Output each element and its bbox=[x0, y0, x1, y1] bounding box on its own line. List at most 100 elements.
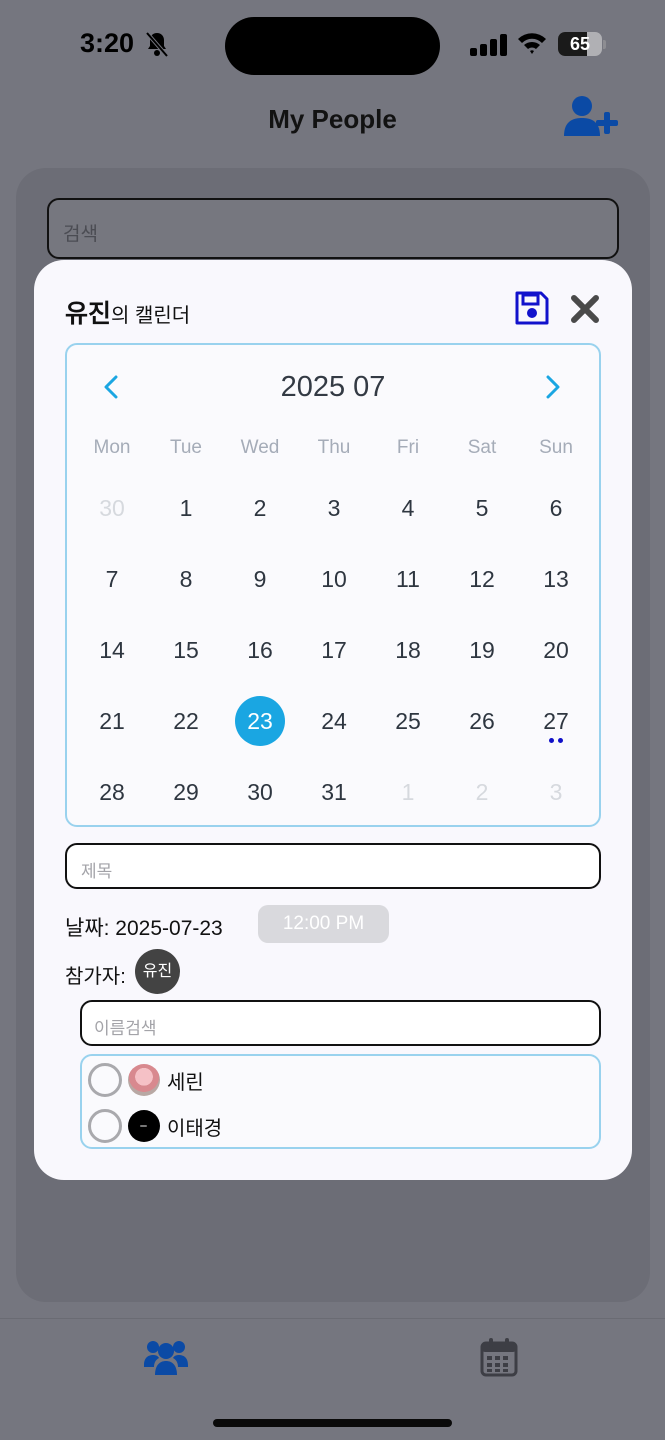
calendar-day[interactable]: 19 bbox=[445, 615, 519, 686]
calendar-day[interactable]: 12 bbox=[445, 544, 519, 615]
calendar-day-number: 10 bbox=[321, 566, 347, 592]
calendar-month-label: 2025 07 bbox=[280, 371, 386, 403]
calendar-day[interactable]: 24 bbox=[297, 686, 371, 757]
calendar-day[interactable]: 15 bbox=[149, 615, 223, 686]
close-icon[interactable] bbox=[570, 294, 600, 324]
calendar-day-number: 1 bbox=[401, 779, 415, 805]
calendar-day-number: 1 bbox=[179, 495, 193, 521]
cellular-signal-icon bbox=[470, 34, 507, 56]
calendar-day[interactable]: 16 bbox=[223, 615, 297, 686]
dynamic-island bbox=[225, 17, 440, 75]
calendar-day[interactable]: 13 bbox=[519, 544, 593, 615]
calendar-day-number: 13 bbox=[543, 566, 569, 592]
calendar-day-number: 31 bbox=[321, 779, 347, 805]
people-select-list: 세린 이태경 bbox=[80, 1054, 601, 1149]
time-picker-button[interactable]: 12:00 PM bbox=[258, 905, 389, 943]
calendar-day[interactable]: 25 bbox=[371, 686, 445, 757]
event-date-label: 날짜: 2025-07-23 bbox=[65, 917, 223, 940]
event-title-placeholder: 제목 bbox=[81, 862, 113, 881]
weekday-header: Mon Tue Wed Thu Fri Sat Sun bbox=[75, 437, 593, 459]
modal-title: 유진의 캘린더 bbox=[65, 294, 190, 330]
battery-level: 65 bbox=[569, 34, 591, 54]
list-item[interactable]: 이태경 bbox=[88, 1106, 222, 1146]
calendar-day[interactable]: 18 bbox=[371, 615, 445, 686]
calendar-day-selected[interactable]: 23 bbox=[223, 686, 297, 757]
calendar-day[interactable]: 5 bbox=[445, 473, 519, 544]
calendar-day[interactable]: 11 bbox=[371, 544, 445, 615]
calendar-day-number: 5 bbox=[475, 495, 489, 521]
event-dot bbox=[558, 738, 563, 743]
modal-title-name: 유진 bbox=[65, 300, 112, 328]
calendar-day[interactable]: 3 bbox=[297, 473, 371, 544]
calendar-day[interactable]: 14 bbox=[75, 615, 149, 686]
event-dot bbox=[549, 738, 554, 743]
add-user-icon[interactable] bbox=[564, 96, 620, 138]
calendar-day[interactable]: 27 bbox=[519, 686, 593, 757]
calendar-day-number: 27 bbox=[543, 708, 569, 734]
calendar-day[interactable]: 7 bbox=[75, 544, 149, 615]
calendar-day[interactable]: 26 bbox=[445, 686, 519, 757]
calendar-day-number: 3 bbox=[327, 495, 341, 521]
calendar-day-number: 28 bbox=[99, 779, 125, 805]
calendar-day[interactable]: 6 bbox=[519, 473, 593, 544]
list-item[interactable]: 세린 bbox=[88, 1060, 204, 1100]
calendar-day[interactable]: 30 bbox=[223, 757, 297, 828]
calendar-day[interactable]: 9 bbox=[223, 544, 297, 615]
calendar-day-number: 22 bbox=[173, 708, 199, 734]
weekday-label: Thu bbox=[317, 437, 351, 458]
wifi-icon bbox=[518, 33, 546, 54]
calendar-day[interactable]: 2 bbox=[445, 757, 519, 828]
calendar-day[interactable]: 1 bbox=[371, 757, 445, 828]
calendar-day[interactable]: 10 bbox=[297, 544, 371, 615]
weekday-label: Tue bbox=[169, 437, 203, 458]
radio-button[interactable] bbox=[88, 1109, 122, 1143]
save-icon[interactable] bbox=[514, 290, 550, 326]
radio-button[interactable] bbox=[88, 1063, 122, 1097]
search-input[interactable]: 검색 bbox=[47, 198, 619, 259]
calendar-day[interactable]: 21 bbox=[75, 686, 149, 757]
calendar-day[interactable]: 4 bbox=[371, 473, 445, 544]
calendar-day[interactable]: 30 bbox=[75, 473, 149, 544]
calendar-day-number: 24 bbox=[321, 708, 347, 734]
person-name: 세린 bbox=[167, 1071, 204, 1094]
calendar-day-number: 9 bbox=[253, 566, 267, 592]
calendar-days-grid: 30 1 2 3 4 5 6 7 8 9 10 11 12 13 14 15 16 17 18 19 20 21 22 23 2… bbox=[75, 473, 593, 828]
users-icon[interactable] bbox=[144, 1337, 188, 1377]
calendar-day-number: 20 bbox=[543, 637, 569, 663]
weekday-label: Mon bbox=[93, 437, 131, 458]
calendar-day[interactable]: 28 bbox=[75, 757, 149, 828]
calendar-day[interactable]: 20 bbox=[519, 615, 593, 686]
calendar-day[interactable]: 3 bbox=[519, 757, 593, 828]
calendar-day-number: 16 bbox=[247, 637, 273, 663]
calendar-day[interactable]: 22 bbox=[149, 686, 223, 757]
calendar-day-number: 18 bbox=[395, 637, 421, 663]
calendar-day-number: 29 bbox=[173, 779, 199, 805]
calendar-icon[interactable] bbox=[480, 1337, 518, 1377]
name-search-input[interactable]: 이름검색 bbox=[80, 1000, 601, 1046]
avatar bbox=[128, 1064, 160, 1096]
calendar-day[interactable]: 1 bbox=[149, 473, 223, 544]
battery-cap bbox=[603, 40, 606, 49]
weekday-label: Sun bbox=[539, 437, 573, 458]
calendar-day[interactable]: 29 bbox=[149, 757, 223, 828]
home-indicator bbox=[213, 1419, 452, 1427]
weekday-label: Wed bbox=[240, 437, 280, 458]
calendar-day-number: 15 bbox=[173, 637, 199, 663]
calendar: 2025 07 Mon Tue Wed Thu Fri Sat Sun 30 1 2… bbox=[65, 343, 601, 827]
status-bar: 3:20 65 bbox=[0, 0, 665, 92]
calendar-day[interactable]: 2 bbox=[223, 473, 297, 544]
modal-title-suffix: 의 캘린더 bbox=[111, 305, 191, 327]
calendar-day[interactable]: 31 bbox=[297, 757, 371, 828]
weekday-label: Sat bbox=[467, 437, 497, 458]
calendar-day-number: 8 bbox=[179, 566, 193, 592]
event-title-input[interactable]: 제목 bbox=[65, 843, 601, 889]
calendar-day-number: 2 bbox=[475, 779, 489, 805]
calendar-day[interactable]: 8 bbox=[149, 544, 223, 615]
calendar-day-number: 12 bbox=[469, 566, 495, 592]
calendar-day[interactable]: 17 bbox=[297, 615, 371, 686]
chevron-right-icon[interactable] bbox=[545, 375, 561, 399]
participant-chip[interactable]: 유진 bbox=[135, 949, 180, 994]
calendar-day-number: 7 bbox=[105, 566, 119, 592]
calendar-day-number: 25 bbox=[395, 708, 421, 734]
calendar-day-number: 26 bbox=[469, 708, 495, 734]
